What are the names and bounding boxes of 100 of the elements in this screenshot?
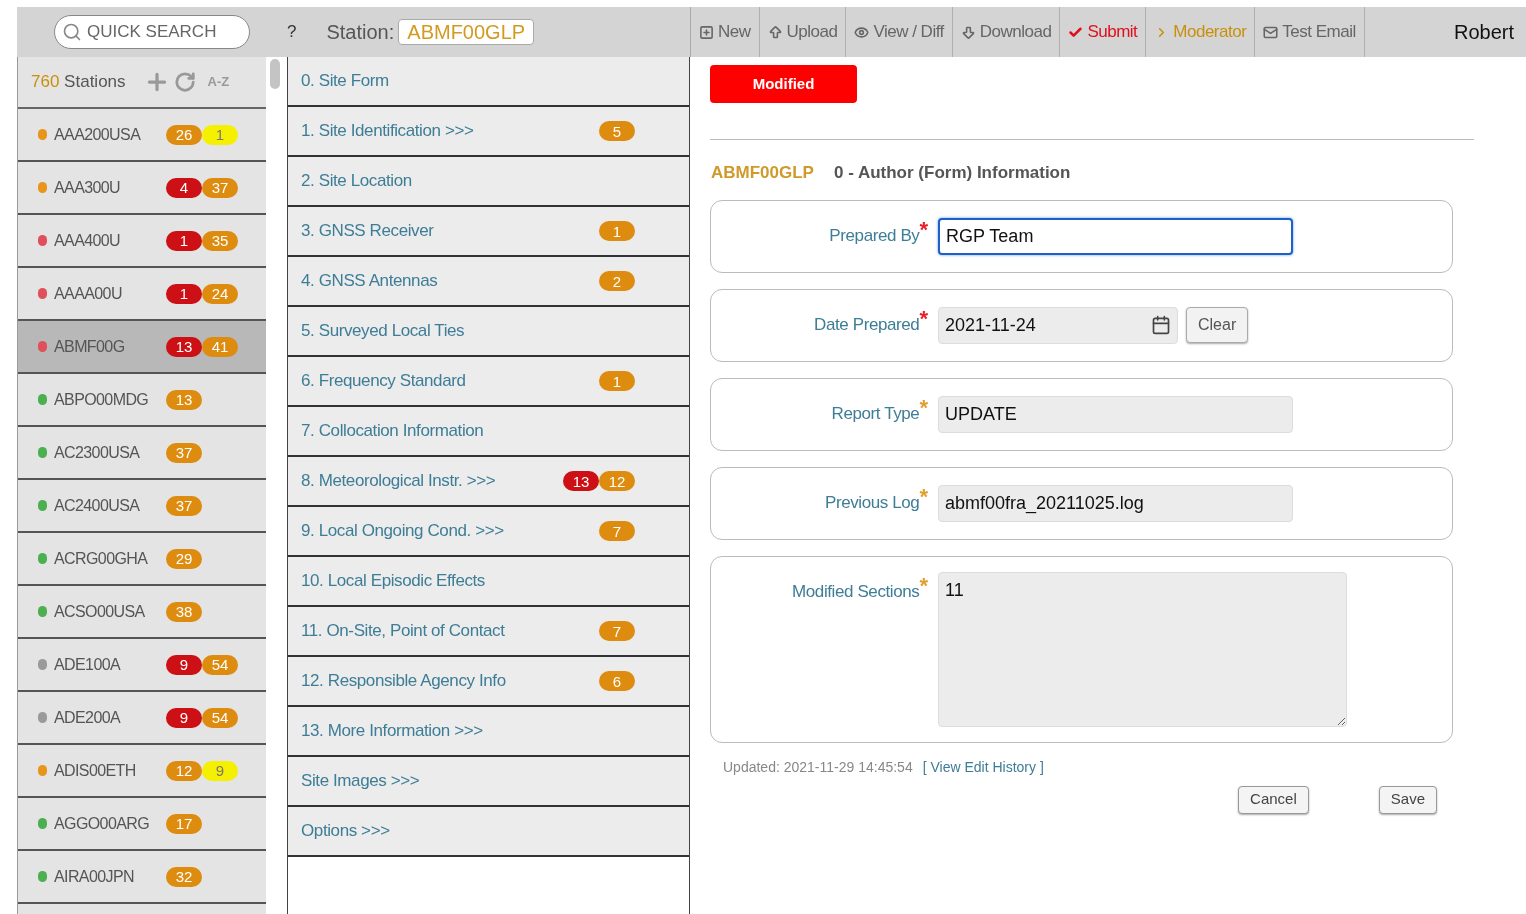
count-badge: 37 [166,442,202,463]
section-label: Site Images >>> [301,770,420,793]
station-value: ABMF00GLP [398,19,535,45]
section-item[interactable]: 3. GNSS Receiver 1 [288,207,689,257]
section-item[interactable]: 9. Local Ongoing Cond. >>> 7 [288,507,689,557]
section-label: 6. Frequency Standard [301,370,466,393]
search-icon [62,22,82,42]
section-label: 7. Collocation Information [301,420,484,443]
field-label: Report Type [831,404,920,426]
required-mark: * [919,312,928,332]
station-count: 760 Stations [31,71,126,94]
count-badge: 17 [166,813,202,834]
count-badge: 13 [563,471,599,491]
user-name[interactable]: Robert [1453,17,1526,47]
help-link[interactable]: ? [287,19,297,45]
updated-text: Updated: 2021-11-29 14:45:54 [723,757,913,777]
station-name: AGGO00ARG [54,813,151,834]
section-label: 1. Site Identification >>> [301,120,474,143]
section-item[interactable]: 0. Site Form [288,57,689,107]
down-arrow-icon [960,24,976,40]
form-button[interactable]: Cancel [1238,785,1309,814]
station-name: AAA300U [54,177,122,198]
station-name: AIRA00JPN [54,866,135,887]
section-item[interactable]: 12. Responsible Agency Info 6 [288,657,689,707]
count-badge: 32 [166,866,202,887]
section-label: 2. Site Location [301,170,412,193]
count-badge: 37 [166,495,202,516]
station-name: ABMF00G [54,336,126,357]
text-field[interactable]: abmf00fra_20211025.log [938,484,1293,522]
section-item[interactable]: 6. Frequency Standard 1 [288,357,689,407]
check-icon [1068,24,1084,40]
section-item[interactable]: 10. Local Episodic Effects [288,557,689,607]
section-item[interactable]: 11. On-Site, Point of Contact 7 [288,607,689,657]
count-badge: 29 [166,548,202,569]
toolbar-button[interactable]: View / Diff [846,7,953,57]
station-item[interactable]: ABMF00G 13 41 [18,321,266,374]
count-badge: 9 [202,760,238,781]
station-name: ACRG00GHA [54,548,149,569]
section-item[interactable]: 4. GNSS Antennas 2 [288,257,689,307]
refresh-icon[interactable] [173,71,196,93]
toolbar-button[interactable]: New [691,7,760,57]
section-label: 5. Surveyed Local Ties [301,320,465,343]
field-label: Modified Sections [792,581,920,603]
count-badge: 24 [202,283,238,304]
count-badge: 7 [599,621,635,641]
field-label: Prepared By [829,226,920,248]
section-item[interactable]: 5. Surveyed Local Ties [288,307,689,357]
station-name: ADE100A [54,654,122,675]
section-item[interactable]: Options >>> [288,807,689,857]
form-button[interactable]: Save [1378,785,1437,814]
calendar-icon[interactable] [1151,315,1171,335]
section-item[interactable]: 7. Collocation Information [288,407,689,457]
search-field[interactable]: QUICK SEARCH [54,15,250,49]
section-item[interactable]: 2. Site Location [288,157,689,207]
section-item[interactable]: Site Images >>> [288,757,689,807]
station-name: AAA200USA [54,124,142,145]
plus-square-icon [699,24,714,40]
count-badge: 1 [202,124,238,145]
text-field[interactable]: RGP Team [938,217,1293,255]
station-name: AAA400U [54,230,122,251]
edit-history-link[interactable]: [ View Edit History ] [922,756,1044,778]
count-badge: 35 [202,230,238,251]
date-field[interactable]: 2021-11-24 [938,306,1178,344]
scrollbar-thumb[interactable] [270,59,280,89]
clear-button[interactable]: Clear [1186,307,1249,343]
toolbar-button[interactable]: Download [952,7,1061,57]
count-badge: 1 [599,221,635,241]
count-badge: 54 [202,654,238,675]
text-field[interactable]: UPDATE [938,395,1293,433]
toolbar-button[interactable]: Submit [1060,7,1147,57]
count-badge: 4 [166,177,202,198]
text-area[interactable]: 11 [938,571,1347,727]
section-item[interactable]: 8. Meteorological Instr. >>> 13 12 [288,457,689,507]
form-title: 0 - Author (Form) Information [833,162,1071,184]
section-label: 3. GNSS Receiver [301,220,434,243]
station-name: ADE200A [54,707,122,728]
count-badge: 9 [166,654,202,675]
count-badge: 13 [166,336,202,357]
section-label: 9. Local Ongoing Cond. >>> [301,520,504,543]
envelope-icon [1263,24,1279,40]
count-badge: 5 [599,121,635,141]
field-label: Previous Log [825,493,920,515]
count-badge: 12 [166,760,202,781]
required-mark: * [919,223,928,243]
count-badge: 13 [166,389,202,410]
toolbar-button[interactable]: Upload [759,7,847,57]
section-label: 10. Local Episodic Effects [301,570,485,593]
count-badge: 41 [202,336,238,357]
count-badge: 38 [166,601,202,622]
eye-icon [854,24,870,40]
station-name: ABPO00MDG [54,389,150,410]
station-name: AAAA00U [54,283,123,304]
count-badge: 9 [166,707,202,728]
section-label: 13. More Information >>> [301,720,483,743]
section-item[interactable]: 1. Site Identification >>> 5 [288,107,689,157]
toolbar-button[interactable]: Test Email [1255,7,1365,57]
status-badge: Modified [710,65,857,103]
required-mark: * [919,401,928,423]
section-item[interactable]: 13. More Information >>> [288,707,689,757]
section-label: 0. Site Form [301,70,389,93]
